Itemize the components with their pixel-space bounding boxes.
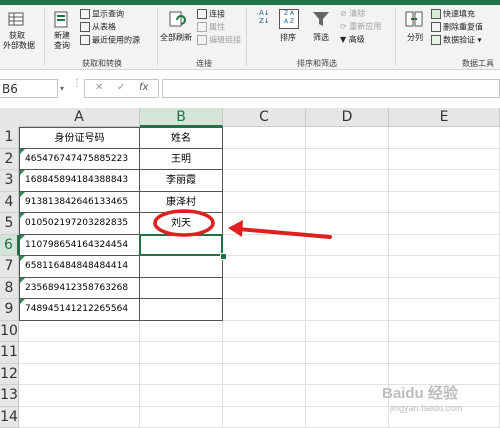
watermark-url: jingyan.baidu.com <box>390 403 463 413</box>
highlight-circle <box>155 211 213 235</box>
annotation-overlay <box>0 0 500 426</box>
watermark: Baidu 经验 jingyan.baidu.com <box>382 382 463 413</box>
annotation-arrow-shaft <box>238 229 330 237</box>
watermark-text: Baidu 经验 <box>382 385 458 402</box>
annotation-arrow-head <box>228 220 243 237</box>
